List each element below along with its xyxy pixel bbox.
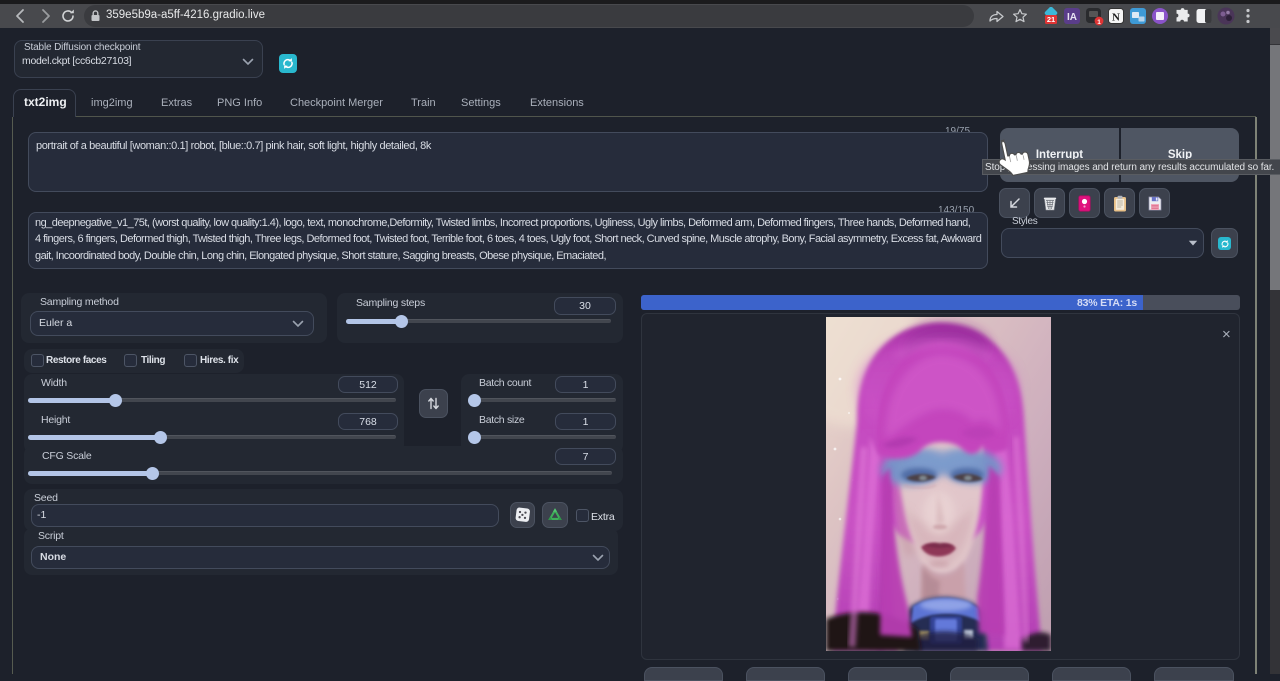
svg-text:21: 21 <box>1047 15 1055 24</box>
svg-text:IA: IA <box>1067 12 1077 23</box>
svg-text:N: N <box>1112 11 1120 23</box>
svg-text:1: 1 <box>1097 19 1101 26</box>
